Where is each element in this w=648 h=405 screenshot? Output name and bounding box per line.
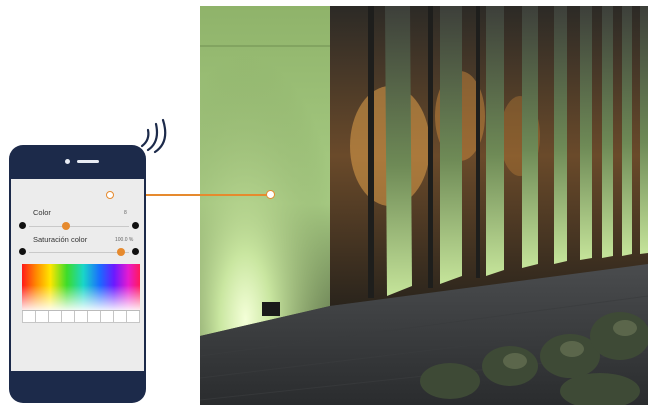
color-swatch[interactable] (101, 311, 114, 323)
front-camera-icon (65, 159, 70, 164)
color-spectrum-picker[interactable] (22, 264, 140, 311)
smartphone: Color 8 Saturación color 100.0 % (9, 145, 146, 403)
saturation-min-dot (19, 248, 26, 255)
color-max-dot (132, 222, 139, 229)
light-target-marker (266, 190, 275, 199)
color-value: 8 (124, 210, 127, 216)
facade-illustration (200, 6, 648, 405)
color-swatch[interactable] (114, 311, 127, 323)
app-screen: Color 8 Saturación color 100.0 % (11, 179, 144, 371)
phone-bottom-bezel (9, 371, 146, 403)
color-swatch[interactable] (88, 311, 101, 323)
connector-anchor (106, 191, 114, 199)
building-facade-photo (200, 6, 648, 405)
color-swatch[interactable] (75, 311, 88, 323)
color-slider-knob[interactable] (62, 222, 70, 230)
phone-top-bezel (9, 145, 146, 179)
saturation-slider-track[interactable] (29, 252, 129, 253)
color-swatch[interactable] (62, 311, 75, 323)
color-swatch[interactable] (127, 311, 140, 323)
color-swatch-row (22, 310, 140, 323)
saturation-max-dot (132, 248, 139, 255)
color-swatch[interactable] (49, 311, 62, 323)
saturation-slider-knob[interactable] (117, 248, 125, 256)
speaker-icon (77, 160, 99, 163)
color-slider-track[interactable] (29, 226, 129, 227)
color-label: Color (33, 208, 51, 217)
saturation-value: 100.0 % (115, 237, 134, 243)
saturation-label: Saturación color (33, 235, 88, 244)
color-swatch[interactable] (36, 311, 49, 323)
color-min-dot (19, 222, 26, 229)
color-swatch[interactable] (22, 311, 36, 323)
